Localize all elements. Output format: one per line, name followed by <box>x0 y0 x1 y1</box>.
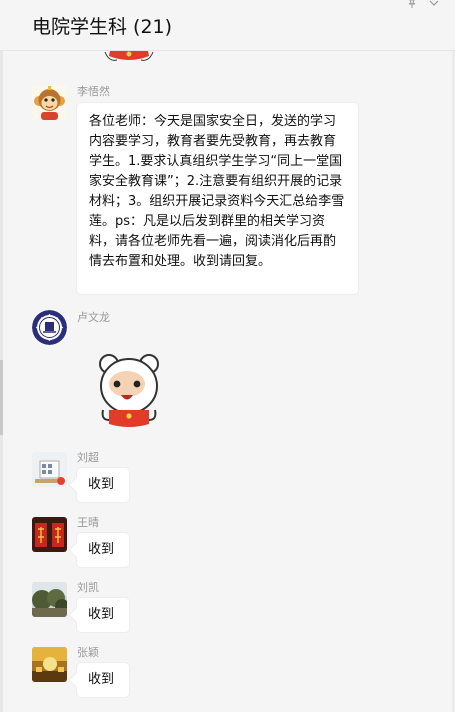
avatar[interactable] <box>32 310 67 345</box>
red-fu-avatar-icon <box>32 517 67 552</box>
school-emblem-icon <box>32 310 67 345</box>
message-text: 收到 <box>88 607 115 622</box>
avatar[interactable] <box>32 517 67 552</box>
message-text: 各位老师：今天是国家安全日，发送的学习内容要学习，教育者要先受教育，再去教育学生… <box>89 114 345 269</box>
message-bubble[interactable]: 收到 <box>77 663 129 697</box>
building-avatar-icon <box>32 452 67 487</box>
chat-header: 电院学生科 (21) <box>0 0 455 51</box>
pin-icon[interactable] <box>406 0 418 8</box>
message-bubble[interactable]: 收到 <box>77 533 129 567</box>
golden-avatar-icon <box>32 647 67 682</box>
message-bubble[interactable]: 各位老师：今天是国家安全日，发送的学习内容要学习，教育者要先受教育，再去教育学生… <box>77 103 358 294</box>
bear-sticker[interactable] <box>97 350 161 430</box>
message-text: 收到 <box>88 542 115 557</box>
sender-name: 卢文龙 <box>77 311 110 324</box>
avatar[interactable] <box>32 647 67 682</box>
message-bubble[interactable]: 收到 <box>77 468 129 502</box>
chat-title: 电院学生科 (21) <box>32 16 173 38</box>
avatar[interactable] <box>32 582 67 617</box>
monkey-avatar-icon <box>32 85 67 120</box>
landscape-avatar-icon <box>32 582 67 617</box>
sender-name: 王晴 <box>77 516 99 529</box>
avatar[interactable] <box>32 452 67 487</box>
scroll-indicator[interactable] <box>0 360 3 435</box>
message-text: 收到 <box>88 477 115 492</box>
sender-name: 张颖 <box>77 646 99 659</box>
chevron-down-icon[interactable] <box>428 0 440 8</box>
message-text: 收到 <box>88 672 115 687</box>
chat-window: 电院学生科 (21) 李悟然 各位老师：今天是国家安全日，发送的学习内容要学习，… <box>0 0 455 712</box>
sender-name: 刘凯 <box>77 581 99 594</box>
sender-name: 李悟然 <box>77 85 110 98</box>
avatar[interactable] <box>32 85 67 120</box>
sender-name: 刘超 <box>77 451 99 464</box>
message-bubble[interactable]: 收到 <box>77 598 129 632</box>
